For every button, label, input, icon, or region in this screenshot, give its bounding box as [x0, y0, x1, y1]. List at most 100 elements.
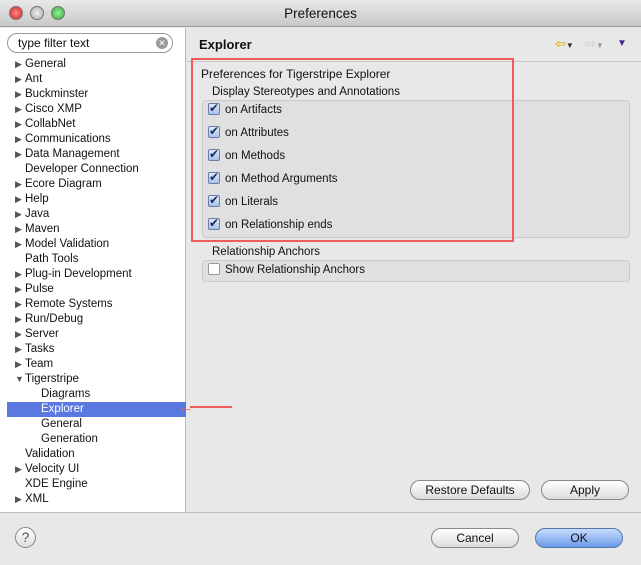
collapsed-arrow-icon[interactable]: ▶	[15, 147, 22, 162]
tree-item-label: Data Management	[25, 148, 120, 160]
collapsed-arrow-icon[interactable]: ▶	[15, 207, 22, 222]
collapsed-arrow-icon[interactable]: ▶	[15, 237, 22, 252]
tree-item-label: Maven	[25, 223, 60, 235]
cancel-button[interactable]: Cancel	[431, 528, 519, 548]
collapsed-arrow-icon[interactable]: ▶	[15, 282, 22, 297]
tree-item-label: Diagrams	[41, 388, 91, 400]
tree-item[interactable]: Diagrams	[0, 387, 186, 402]
collapsed-arrow-icon[interactable]: ▶	[15, 87, 22, 102]
clear-filter-icon[interactable]: ✕	[156, 37, 168, 49]
tree-item[interactable]: ▶ General	[0, 57, 186, 72]
tree-item-label: Pulse	[25, 283, 54, 295]
annotation-arrow-icon: ←	[178, 400, 232, 416]
collapsed-arrow-icon[interactable]: ▶	[15, 192, 22, 207]
forward-icon[interactable]: ⇨▼	[585, 36, 604, 52]
tree-item-label: Communications	[25, 133, 111, 145]
tree-item-label: Ecore Diagram	[25, 178, 102, 190]
collapsed-arrow-icon[interactable]: ▶	[15, 102, 22, 117]
tree-item-label: Developer Connection	[25, 163, 139, 175]
collapsed-arrow-icon[interactable]: ▶	[15, 297, 22, 312]
tree-item-label: CollabNet	[25, 118, 76, 130]
tree-item-label: Path Tools	[25, 253, 79, 265]
tree-item-label: Velocity UI	[25, 463, 80, 475]
collapsed-arrow-icon[interactable]: ▶	[15, 462, 22, 477]
back-icon[interactable]: ⇦▼	[555, 36, 574, 52]
tree-item-label: Java	[25, 208, 50, 220]
checkbox-icon[interactable]	[208, 263, 220, 275]
tree-item[interactable]: ▼ Tigerstripe	[0, 372, 186, 387]
tree-item-label: General	[25, 58, 66, 70]
group-label-anchors: Relationship Anchors	[212, 246, 321, 258]
close-window-button[interactable]	[9, 6, 23, 20]
tree-item[interactable]: ▶ Team	[0, 357, 186, 372]
collapsed-arrow-icon[interactable]: ▶	[15, 342, 22, 357]
collapsed-arrow-icon[interactable]: ▶	[15, 357, 22, 372]
tree-item[interactable]: Validation	[0, 447, 186, 462]
tree-item-label: Cisco XMP	[25, 103, 82, 115]
tree-item[interactable]: ▶ Communications	[0, 132, 186, 147]
collapsed-arrow-icon[interactable]: ▶	[15, 327, 22, 342]
preferences-tree-panel: type filter text ✕ ▶ General ▶ Ant ▶ Buckminst…	[0, 28, 186, 512]
tree-item[interactable]: ▶ Ecore Diagram	[0, 177, 186, 192]
title-bar: Preferences	[0, 0, 641, 27]
tree-item[interactable]: ▶ Pulse	[0, 282, 186, 297]
collapsed-arrow-icon[interactable]: ▶	[15, 222, 22, 237]
tree-item-label: Ant	[25, 73, 43, 85]
collapsed-arrow-icon[interactable]: ▶	[15, 57, 22, 72]
tree-item[interactable]: ▶ Plug-in Development	[0, 267, 186, 282]
window-title: Preferences	[284, 6, 357, 21]
checkbox-show-relationship-anchors[interactable]: Show Relationship Anchors	[208, 262, 365, 278]
tree-item[interactable]: Explorer	[7, 402, 186, 417]
tree-item[interactable]: ▶ Remote Systems	[0, 297, 186, 312]
view-menu-icon[interactable]: ▼	[617, 38, 627, 49]
tree-item-label: XDE Engine	[25, 478, 88, 490]
tree-item[interactable]: ▶ Velocity UI	[0, 462, 186, 477]
tree-item[interactable]: ▶ Maven	[0, 222, 186, 237]
tree-item-label: Tasks	[25, 343, 55, 355]
collapsed-arrow-icon[interactable]: ▶	[15, 117, 22, 132]
tree-item-label: Generation	[41, 433, 98, 445]
annotation-highlight-box	[191, 58, 514, 242]
tree-item[interactable]: ▶ Java	[0, 207, 186, 222]
tree-item-label: Server	[25, 328, 59, 340]
tree-item[interactable]: Developer Connection	[0, 162, 186, 177]
tree-item[interactable]: ▶ Cisco XMP	[0, 102, 186, 117]
footer-divider	[0, 512, 641, 513]
collapsed-arrow-icon[interactable]: ▶	[15, 177, 22, 192]
restore-defaults-button[interactable]: Restore Defaults	[410, 480, 530, 500]
collapsed-arrow-icon[interactable]: ▶	[15, 72, 22, 87]
tree-item[interactable]: ▶ Tasks	[0, 342, 186, 357]
tree-item[interactable]: General	[0, 417, 186, 432]
tree-item-label: Validation	[25, 448, 75, 460]
tree-item[interactable]: XDE Engine	[0, 477, 186, 492]
tree-item-label: Model Validation	[25, 238, 110, 250]
checkbox-label: Show Relationship Anchors	[225, 264, 365, 276]
collapsed-arrow-icon[interactable]: ▶	[15, 132, 22, 147]
tree-item[interactable]: ▶ Data Management	[0, 147, 186, 162]
tree-item[interactable]: ▶ CollabNet	[0, 117, 186, 132]
minimize-window-button[interactable]	[30, 6, 44, 20]
tree-item[interactable]: ▶ Help	[0, 192, 186, 207]
help-icon[interactable]: ?	[15, 527, 36, 548]
filter-input[interactable]: type filter text ✕	[7, 33, 173, 53]
ok-button[interactable]: OK	[535, 528, 623, 548]
apply-button[interactable]: Apply	[541, 480, 629, 500]
tree-item[interactable]: ▶ Server	[0, 327, 186, 342]
tree-item-label: XML	[25, 493, 49, 505]
tree-item-label: Plug-in Development	[25, 268, 132, 280]
collapsed-arrow-icon[interactable]: ▶	[15, 267, 22, 282]
tree-item[interactable]: ▶ Run/Debug	[0, 312, 186, 327]
collapsed-arrow-icon[interactable]: ▶	[15, 312, 22, 327]
tree-item[interactable]: ▶ Model Validation	[0, 237, 186, 252]
tree-item[interactable]: Generation	[0, 432, 186, 447]
tree-item[interactable]: ▶ Ant	[0, 72, 186, 87]
zoom-window-button[interactable]	[51, 6, 65, 20]
expanded-arrow-icon[interactable]: ▼	[15, 372, 24, 387]
tree-item-label: Remote Systems	[25, 298, 113, 310]
collapsed-arrow-icon[interactable]: ▶	[15, 492, 22, 507]
tree-item-label: Team	[25, 358, 54, 370]
tree-item[interactable]: ▶ Buckminster	[0, 87, 186, 102]
tree-item-label: Buckminster	[25, 88, 89, 100]
tree-item[interactable]: Path Tools	[0, 252, 186, 267]
tree-item[interactable]: ▶ XML	[0, 492, 186, 507]
